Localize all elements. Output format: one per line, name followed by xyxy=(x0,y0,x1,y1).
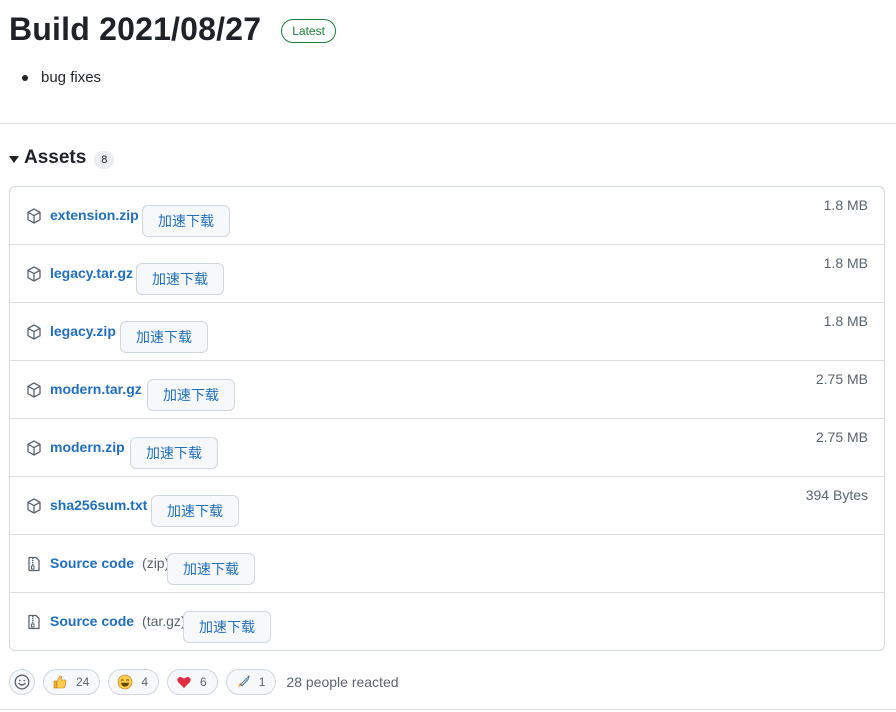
package-icon xyxy=(26,266,42,282)
asset-name: legacy.tar.gz xyxy=(50,265,134,281)
asset-name: Source code xyxy=(50,613,135,629)
laugh-icon xyxy=(118,674,133,690)
accelerated-download-button[interactable]: 加速下载 xyxy=(136,263,224,295)
asset-row: sha256sum.txt 加速下载 394 Bytes xyxy=(10,476,884,534)
reaction-count: 6 xyxy=(200,675,207,689)
asset-name: legacy.zip xyxy=(50,323,116,339)
smiley-icon xyxy=(14,674,30,690)
accelerated-download-button[interactable]: 加速下载 xyxy=(151,495,239,527)
rocket-icon xyxy=(237,675,250,687)
asset-name: extension.zip xyxy=(50,207,139,223)
asset-size: 2.75 MB xyxy=(815,429,868,445)
accelerated-download-button[interactable]: 加速下载 xyxy=(120,321,208,353)
asset-name: sha256sum.txt xyxy=(50,497,148,513)
reaction-count: 24 xyxy=(76,675,90,689)
thumbs-up-icon xyxy=(53,675,67,689)
assets-toggle[interactable]: Assets 8 xyxy=(9,145,115,171)
accelerated-download-button[interactable]: 加速下载 xyxy=(130,437,218,469)
asset-download-link[interactable]: legacy.tar.gz xyxy=(50,265,133,281)
asset-format-label: (tar.gz) xyxy=(142,613,186,629)
reaction-count: 4 xyxy=(141,675,149,689)
divider xyxy=(0,123,896,124)
package-icon xyxy=(26,498,42,514)
reaction-count: 1 xyxy=(258,675,266,689)
file-zip-icon xyxy=(26,614,42,630)
reactions-summary: 28 people reacted xyxy=(286,674,399,690)
asset-size: 1.8 MB xyxy=(823,255,868,271)
accelerated-download-button[interactable]: 加速下载 xyxy=(147,379,235,411)
accelerated-download-button[interactable]: 加速下载 xyxy=(167,553,255,585)
asset-size: 2.75 MB xyxy=(815,371,868,387)
package-icon xyxy=(26,382,42,398)
asset-row: modern.tar.gz 加速下载 2.75 MB xyxy=(10,360,884,418)
add-reaction-button[interactable] xyxy=(9,669,35,695)
asset-row: Source code (zip) 加速下载 xyxy=(10,534,884,592)
asset-row: legacy.tar.gz 加速下载 1.8 MB xyxy=(10,244,884,302)
asset-size: 1.8 MB xyxy=(823,313,868,329)
asset-download-link[interactable]: modern.zip xyxy=(50,439,125,455)
reaction-rocket[interactable]: 1 xyxy=(225,669,277,695)
divider xyxy=(0,709,896,710)
asset-download-link[interactable]: Source code (zip) xyxy=(50,555,169,571)
asset-size: 394 Bytes xyxy=(805,487,868,503)
asset-row: modern.zip 加速下载 2.75 MB xyxy=(10,418,884,476)
asset-name: Source code xyxy=(50,555,135,571)
assets-title: Assets xyxy=(24,147,87,168)
reaction-laugh[interactable]: 4 xyxy=(108,669,160,695)
asset-download-link[interactable]: legacy.zip xyxy=(50,323,116,339)
asset-row: extension.zip 加速下载 1.8 MB xyxy=(10,187,884,244)
package-icon xyxy=(26,324,42,340)
release-notes-list-item: bug fixes xyxy=(22,69,101,86)
assets-count-badge: 8 xyxy=(94,150,115,169)
caret-down-icon xyxy=(9,155,19,163)
asset-download-link[interactable]: Source code (tar.gz) xyxy=(50,613,186,629)
bullet-icon xyxy=(22,74,28,81)
asset-download-link[interactable]: modern.tar.gz xyxy=(50,381,142,397)
asset-name: modern.tar.gz xyxy=(50,381,142,397)
reactions-bar: 24 4 6 1 28 people reacted xyxy=(9,668,399,696)
file-zip-icon xyxy=(26,556,42,572)
package-icon xyxy=(26,208,42,224)
reaction-thumbs-up[interactable]: 24 xyxy=(43,669,101,695)
asset-download-link[interactable]: extension.zip xyxy=(50,207,139,223)
assets-list: extension.zip 加速下载 1.8 MB legacy.tar.gz 加速下载… xyxy=(9,186,885,651)
release-note-text: bug fixes xyxy=(41,69,102,86)
asset-download-link[interactable]: sha256sum.txt xyxy=(50,497,147,513)
release-header: Build 2021/08/27 Latest xyxy=(9,8,336,50)
heart-icon xyxy=(177,677,191,688)
reaction-heart[interactable]: 6 xyxy=(167,669,218,695)
accelerated-download-button[interactable]: 加速下载 xyxy=(183,611,271,643)
asset-row: legacy.zip 加速下载 1.8 MB xyxy=(10,302,884,360)
asset-row: Source code (tar.gz) 加速下载 xyxy=(10,592,884,650)
accelerated-download-button[interactable]: 加速下载 xyxy=(142,205,230,237)
asset-format-label: (zip) xyxy=(142,555,170,571)
release-title[interactable]: Build 2021/08/27 xyxy=(9,11,261,48)
asset-size: 1.8 MB xyxy=(823,197,868,213)
package-icon xyxy=(26,440,42,456)
asset-name: modern.zip xyxy=(50,439,125,455)
latest-badge: Latest xyxy=(281,19,336,43)
